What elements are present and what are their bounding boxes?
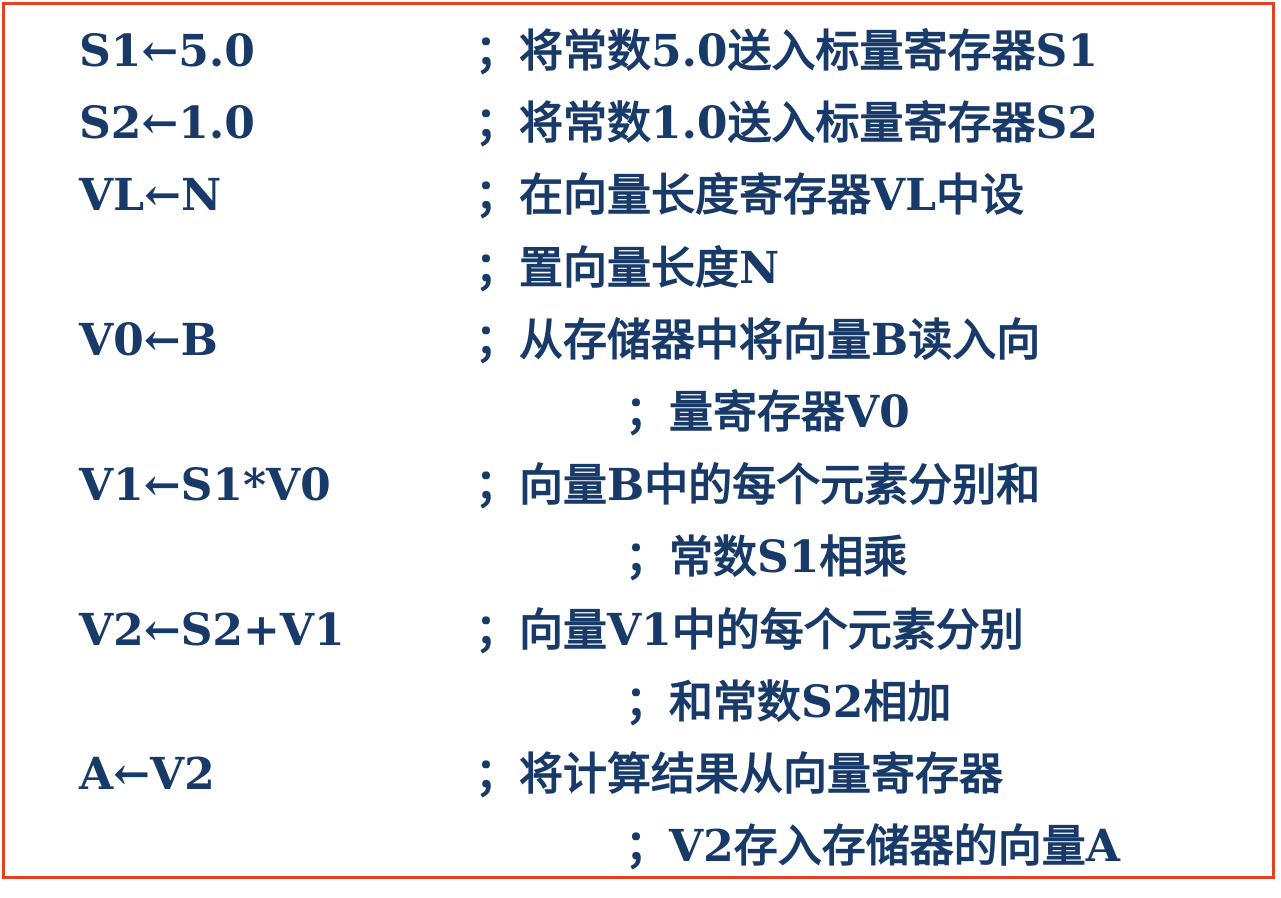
instruction: V1←S1*V0 xyxy=(79,460,331,511)
instruction: A←V2 xyxy=(79,749,215,800)
instruction: VL←N xyxy=(79,170,222,221)
comment: ；向量V1中的每个元素分别 xyxy=(475,605,1024,656)
instruction: V2←S2+V1 xyxy=(79,605,345,656)
comment: ；将常数1.0送入标量寄存器S2 xyxy=(475,98,1098,149)
comment: ；将计算结果从向量寄存器 xyxy=(475,749,1003,800)
comment: ；在向量长度寄存器VL中设 xyxy=(475,170,1025,221)
comment: ；置向量长度N xyxy=(475,243,780,294)
comment: ；和常数S2相加 xyxy=(625,677,952,728)
instruction: V0←B xyxy=(79,315,218,366)
comment: ；向量B中的每个元素分别和 xyxy=(475,460,1041,511)
comment: ；常数S1相乘 xyxy=(625,532,908,583)
comment: ；V2存入存储器的向量A xyxy=(625,821,1120,872)
code-listing-frame: S1←5.0 ；将常数5.0送入标量寄存器S1 S2←1.0 ；将常数1.0送入… xyxy=(2,2,1275,879)
comment: ；量寄存器V0 xyxy=(625,387,910,438)
instruction: S1←5.0 xyxy=(79,26,255,77)
comment: ；从存储器中将向量B读入向 xyxy=(475,315,1041,366)
instruction: S2←1.0 xyxy=(79,98,255,149)
comment: ；将常数5.0送入标量寄存器S1 xyxy=(475,26,1098,77)
